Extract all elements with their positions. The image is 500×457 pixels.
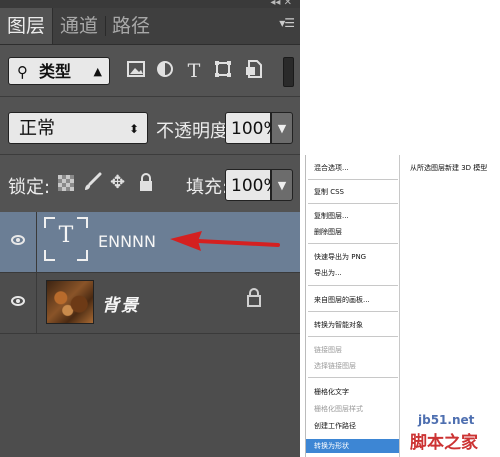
layer-list: T ENNNN 背景 (0, 212, 300, 457)
blend-mode-value: 正常 (19, 118, 55, 139)
divider (0, 154, 300, 155)
lock-position-icon[interactable]: ✥ (110, 172, 125, 193)
fill-dropdown-button[interactable]: ▼ (271, 169, 293, 201)
menu-item-link-layers: 链接图层 (314, 346, 342, 354)
menu-item-convert-to-shape[interactable]: 转换为形状 (306, 439, 399, 453)
menu-item-label: 转换为形状 (314, 442, 349, 450)
menu-divider (308, 243, 398, 244)
tab-channels[interactable]: 通道 (54, 8, 104, 44)
opacity-input[interactable]: 100% (225, 112, 280, 144)
visibility-toggle[interactable] (0, 212, 37, 272)
menu-item-delete-layer[interactable]: 删除图层 (314, 227, 342, 237)
adjustment-filter-icon[interactable] (155, 60, 175, 82)
divider (0, 96, 300, 97)
menu-item-rasterize-type[interactable]: 栅格化文字 (314, 387, 349, 397)
menu-item-duplicate-layer[interactable]: 复制图层... (314, 211, 349, 221)
menu-divider (308, 377, 398, 378)
menu-item-select-linked-layers: 选择链接图层 (314, 362, 356, 370)
type-icon: T (58, 223, 74, 248)
layer-context-menu: 混合选项... 复制 CSS 复制图层... 删除图层 快速导出为 PNG 导出… (305, 155, 500, 457)
shape-filter-icon[interactable] (213, 60, 233, 82)
panel-top-strip: ◂◂ ✕ (0, 0, 300, 8)
eye-icon (11, 235, 25, 245)
lock-transparent-icon[interactable] (58, 175, 74, 191)
chevron-updown-icon: ▲ (93, 65, 102, 78)
menu-item-quick-export-png[interactable]: 快速导出为 PNG (314, 252, 366, 262)
menu-divider (308, 285, 398, 286)
menu-item-rasterize-layer-style: 栅格化图层样式 (314, 405, 363, 413)
smart-object-filter-icon[interactable] (244, 60, 264, 82)
fill-input[interactable]: 100% (225, 169, 280, 201)
lock-label: 锁定: (8, 177, 51, 198)
menu-item-create-work-path[interactable]: 创建工作路径 (314, 421, 356, 431)
menu-item-artboard-from-layers[interactable]: 来自图层的画板... (314, 295, 370, 305)
layer-lock-icon[interactable] (247, 287, 261, 312)
opacity-dropdown-button[interactable]: ▼ (271, 112, 293, 144)
menu-divider (308, 179, 398, 180)
text-layer-thumbnail: T (44, 217, 88, 261)
filter-toggle-switch[interactable] (283, 57, 294, 87)
filter-kind-select[interactable]: ⚲ 类型 ▲ (8, 57, 110, 85)
lock-all-icon[interactable] (139, 172, 153, 197)
panel-menu-icon[interactable]: ▾☰ (279, 16, 295, 30)
menu-divider (308, 311, 398, 312)
menu-item-blending-options[interactable]: 混合选项... (314, 163, 349, 173)
menu-divider (308, 336, 398, 337)
lock-brush-icon[interactable] (82, 172, 102, 197)
opacity-label: 不透明度: (156, 121, 235, 142)
red-arrow-annotation (170, 231, 280, 251)
menu-item-copy-css[interactable]: 复制 CSS (314, 187, 344, 197)
tab-layers[interactable]: 图层 (0, 8, 53, 44)
collapse-panel-icon[interactable]: ◂◂ ✕ (270, 0, 292, 8)
blend-row: 正常 ⬍ 不透明度: 100% ▼ (0, 98, 300, 152)
chevron-updown-icon: ⬍ (128, 122, 139, 136)
watermark-logo: 脚本之家 (410, 433, 478, 453)
panel-tab-bar: 图层 通道 路径 ▾☰ (0, 8, 300, 45)
menu-item-new-3d-model[interactable]: 从所选图层新建 3D 模型 (410, 163, 487, 173)
filter-kind-label: 类型 (39, 62, 72, 81)
layer-name[interactable]: 背景 (102, 291, 140, 316)
layer-row-background[interactable]: 背景 (0, 273, 300, 334)
context-menu-left-column: 混合选项... 复制 CSS 复制图层... 删除图层 快速导出为 PNG 导出… (306, 155, 400, 457)
tab-paths[interactable]: 路径 (106, 8, 156, 44)
blend-mode-select[interactable]: 正常 ⬍ (8, 112, 148, 144)
menu-item-convert-smart-object[interactable]: 转换为智能对象 (314, 320, 363, 330)
layer-row-text[interactable]: T ENNNN (0, 212, 300, 273)
watermark-site: jb51.net (418, 413, 475, 427)
menu-divider (308, 203, 398, 204)
layers-panel: ◂◂ ✕ 图层 通道 路径 ▾☰ ⚲ 类型 ▲ T 正常 ⬍ 不透明度: 100… (0, 0, 300, 457)
fill-label: 填充: (186, 177, 229, 198)
lock-row: 锁定: ✥ 填充: 100% ▼ (0, 158, 300, 210)
image-filter-icon[interactable] (126, 60, 146, 82)
search-icon: ⚲ (17, 63, 28, 81)
visibility-toggle[interactable] (0, 273, 37, 333)
type-filter-icon[interactable]: T (184, 60, 204, 82)
menu-item-export-as[interactable]: 导出为... (314, 268, 342, 278)
layer-name[interactable]: ENNNN (98, 232, 156, 251)
layer-filter-row: ⚲ 类型 ▲ T (0, 45, 300, 93)
background-layer-thumbnail (46, 280, 94, 324)
eye-icon (11, 296, 25, 306)
